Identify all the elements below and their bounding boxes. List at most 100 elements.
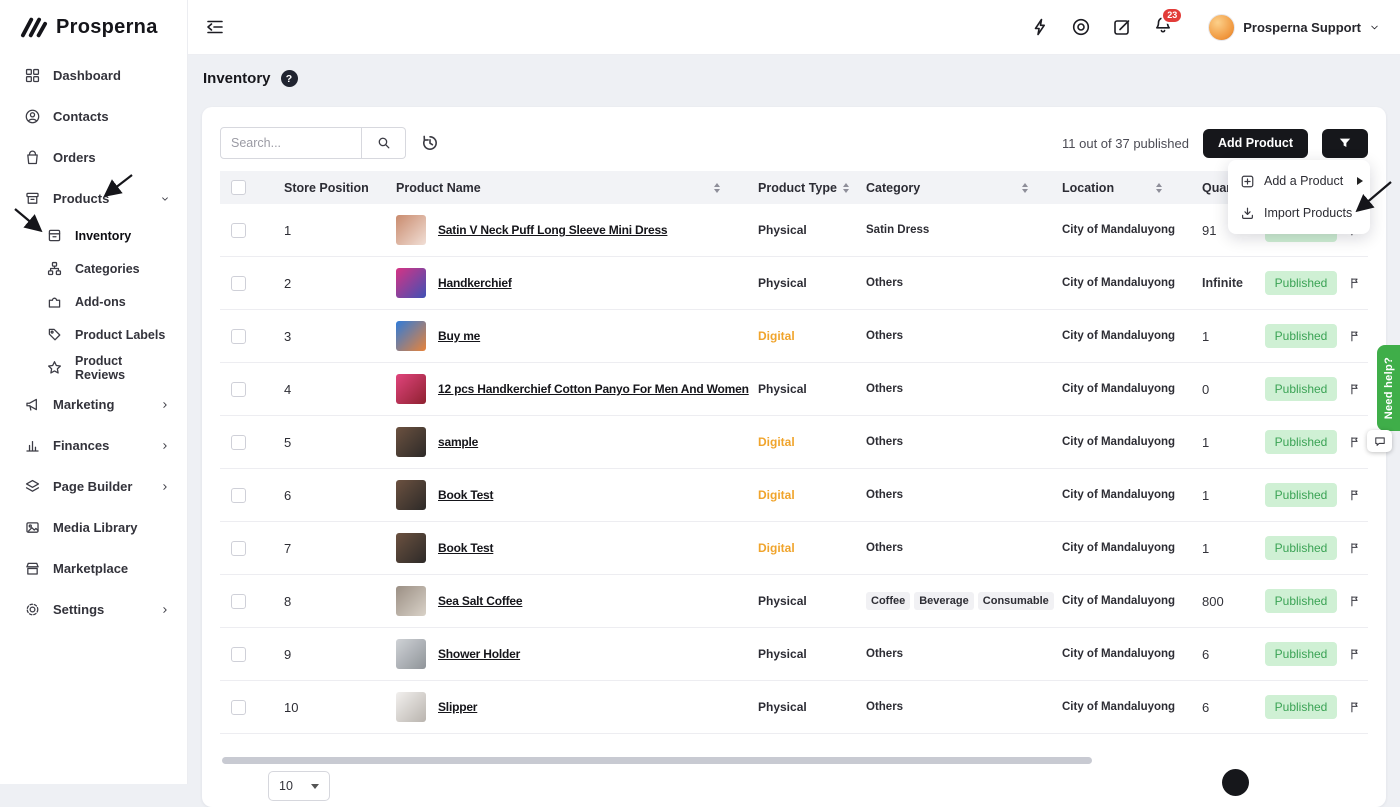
sidebar-item-finances[interactable]: Finances xyxy=(0,425,187,466)
menu-item-add-a-product[interactable]: Add a Product xyxy=(1228,165,1370,197)
sidebar-item-dashboard[interactable]: Dashboard xyxy=(0,55,187,96)
product-name-link[interactable]: Shower Holder xyxy=(438,647,520,661)
sort-icon[interactable] xyxy=(714,183,720,193)
product-name-link[interactable]: 12 pcs Handkerchief Cotton Panyo For Men… xyxy=(438,382,749,396)
menu-item-import-products[interactable]: Import Products xyxy=(1228,197,1370,229)
menu-item-label: Add a Product xyxy=(1264,174,1343,188)
row-checkbox[interactable] xyxy=(231,435,246,450)
store-position-value: 10 xyxy=(266,700,378,715)
sidebar-collapse-icon[interactable] xyxy=(204,16,226,38)
search-button[interactable] xyxy=(362,127,406,159)
label-tag-icon xyxy=(46,326,63,343)
products-submenu: Inventory Categories Add-ons Product Lab… xyxy=(0,219,187,384)
row-checkbox[interactable] xyxy=(231,541,246,556)
product-name-link[interactable]: Sea Salt Coffee xyxy=(438,594,522,608)
column-product-name: Product Name xyxy=(378,181,730,195)
row-checkbox[interactable] xyxy=(231,700,246,715)
flag-icon[interactable] xyxy=(1348,647,1361,661)
lightning-icon[interactable] xyxy=(1030,17,1050,37)
product-thumbnail xyxy=(396,639,426,669)
product-thumbnail xyxy=(396,586,426,616)
column-product-type: Product Type xyxy=(730,181,836,195)
sort-icon[interactable] xyxy=(1022,183,1028,193)
status-badge: Published xyxy=(1265,271,1338,295)
horizontal-scrollbar[interactable] xyxy=(222,757,1092,764)
product-name-link[interactable]: Satin V Neck Puff Long Sleeve Mini Dress xyxy=(438,223,667,237)
product-quantity-value: 6 xyxy=(1162,700,1262,715)
sidebar-item-marketing[interactable]: Marketing xyxy=(0,384,187,425)
target-icon[interactable] xyxy=(1071,17,1091,37)
product-categories: Others xyxy=(836,383,1032,395)
product-quantity-value: 1 xyxy=(1162,541,1262,556)
sidebar-item-contacts[interactable]: Contacts xyxy=(0,96,187,137)
row-checkbox[interactable] xyxy=(231,223,246,238)
category-chip: Beverage xyxy=(914,592,974,610)
product-quantity-value: 1 xyxy=(1162,435,1262,450)
flag-icon[interactable] xyxy=(1348,594,1361,608)
marketing-megaphone-icon xyxy=(24,396,41,413)
flag-icon[interactable] xyxy=(1348,700,1361,714)
flag-icon[interactable] xyxy=(1348,435,1361,449)
product-name-link[interactable]: Book Test xyxy=(438,488,493,502)
sidebar-item-categories[interactable]: Categories xyxy=(0,252,187,285)
brand-logo[interactable]: Prosperna xyxy=(0,0,187,51)
row-checkbox[interactable] xyxy=(231,594,246,609)
sidebar-item-product-labels[interactable]: Product Labels xyxy=(0,318,187,351)
sidebar-item-products[interactable]: Products xyxy=(0,178,187,219)
table-row: 1 Satin V Neck Puff Long Sleeve Mini Dre… xyxy=(220,204,1368,257)
sidebar-item-label: Finances xyxy=(53,438,109,453)
edit-icon[interactable] xyxy=(1112,17,1132,37)
product-type-value: Digital xyxy=(730,541,836,555)
store-position-value: 4 xyxy=(266,382,378,397)
add-product-dropdown: Add a Product Import Products xyxy=(1228,160,1370,234)
notifications-button[interactable]: 23 xyxy=(1153,15,1173,40)
sidebar-item-orders[interactable]: Orders xyxy=(0,137,187,178)
flag-icon[interactable] xyxy=(1348,276,1361,290)
row-checkbox[interactable] xyxy=(231,329,246,344)
store-position-value: 7 xyxy=(266,541,378,556)
sidebar-item-media-library[interactable]: Media Library xyxy=(0,507,187,548)
row-checkbox[interactable] xyxy=(231,647,246,662)
sidebar-item-product-reviews[interactable]: Product Reviews xyxy=(0,351,187,384)
product-name-link[interactable]: Handkerchief xyxy=(438,276,512,290)
row-checkbox[interactable] xyxy=(231,382,246,397)
search-input[interactable] xyxy=(220,127,362,159)
flag-icon[interactable] xyxy=(1348,329,1361,343)
sidebar-item-add-ons[interactable]: Add-ons xyxy=(0,285,187,318)
filter-button[interactable] xyxy=(1322,129,1368,158)
flag-icon[interactable] xyxy=(1348,382,1361,396)
status-badge: Published xyxy=(1265,324,1338,348)
page-size-select[interactable]: 10 xyxy=(268,771,330,801)
sidebar-item-label: Settings xyxy=(53,602,104,617)
table-header: Store Position Product Name Product Type… xyxy=(220,171,1368,204)
status-badge: Published xyxy=(1265,430,1338,454)
product-name-link[interactable]: Buy me xyxy=(438,329,480,343)
table-row: 6 Book Test Digital Others City of Manda… xyxy=(220,469,1368,522)
select-all-checkbox[interactable] xyxy=(231,180,246,195)
product-name-link[interactable]: Slipper xyxy=(438,700,477,714)
sidebar-item-settings[interactable]: Settings xyxy=(0,589,187,630)
history-icon[interactable] xyxy=(420,133,440,153)
product-name-link[interactable]: sample xyxy=(438,435,478,449)
flag-icon[interactable] xyxy=(1348,541,1361,555)
sidebar-item-marketplace[interactable]: Marketplace xyxy=(0,548,187,589)
topbar: 23 Prosperna Support xyxy=(188,0,1400,55)
row-checkbox[interactable] xyxy=(231,276,246,291)
sidebar-item-inventory[interactable]: Inventory xyxy=(0,219,187,252)
sidebar-item-label: Inventory xyxy=(75,229,131,243)
page-title: Inventory xyxy=(203,70,271,87)
row-checkbox[interactable] xyxy=(231,488,246,503)
user-menu[interactable]: Prosperna Support xyxy=(1208,14,1380,41)
sidebar-item-page-builder[interactable]: Page Builder xyxy=(0,466,187,507)
add-product-button[interactable]: Add Product xyxy=(1203,129,1308,158)
category-chip: Others xyxy=(866,277,903,289)
inventory-card: 11 out of 37 published Add Product Add a… xyxy=(202,107,1386,807)
need-help-tab[interactable]: Need help? xyxy=(1377,345,1400,431)
category-chip: Coffee xyxy=(866,592,910,610)
help-icon[interactable]: ? xyxy=(281,70,298,87)
product-name-link[interactable]: Book Test xyxy=(438,541,493,555)
chat-launcher[interactable] xyxy=(1367,430,1392,452)
brand-name: Prosperna xyxy=(56,16,158,39)
flag-icon[interactable] xyxy=(1348,488,1361,502)
pagination-current-page[interactable] xyxy=(1222,769,1249,796)
